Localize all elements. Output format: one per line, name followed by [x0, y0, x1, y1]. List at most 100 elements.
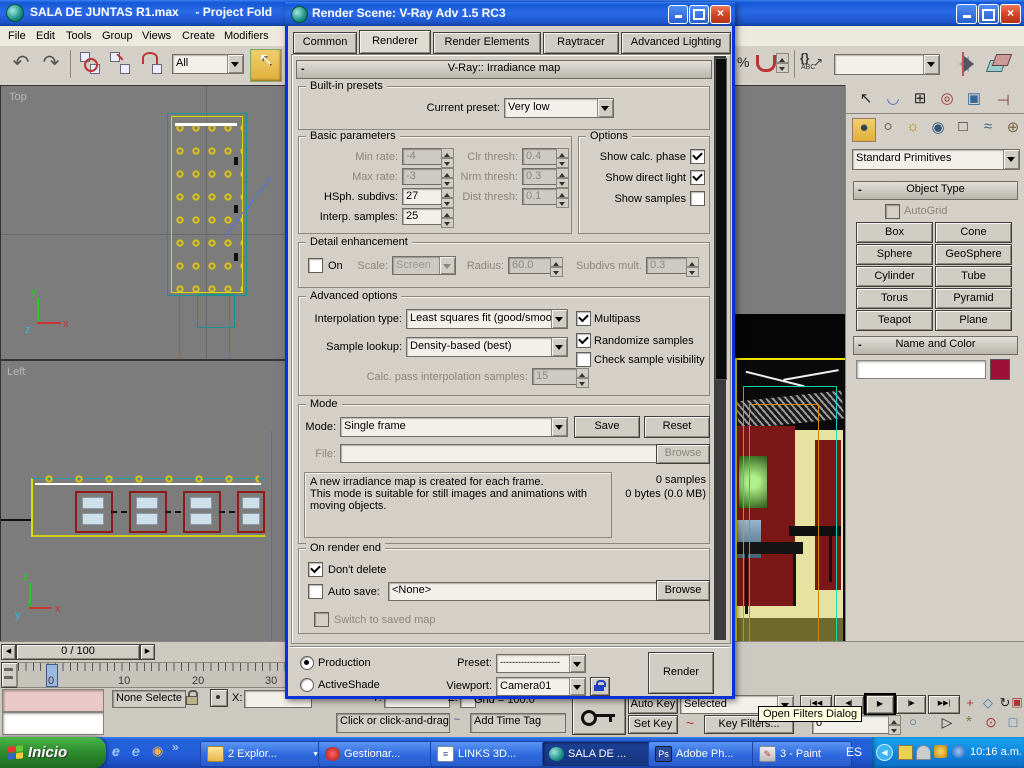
- min-rate-field[interactable]: -4: [402, 148, 444, 165]
- object-type-rollout[interactable]: - Object Type: [853, 181, 1018, 200]
- main-close-button[interactable]: ×: [1000, 4, 1021, 24]
- tab-common[interactable]: Common: [293, 32, 357, 54]
- main-minimize-button[interactable]: [956, 4, 977, 24]
- object-button-geosphere[interactable]: GeoSphere: [935, 244, 1012, 265]
- mirror-icon[interactable]: [950, 52, 976, 76]
- tab-utilities-icon[interactable]: ⊤: [990, 88, 1012, 112]
- footer-preset-arrow-icon[interactable]: [569, 655, 585, 672]
- taskbar-button-links3d[interactable]: ≡ LINKS 3D...: [430, 741, 550, 767]
- taskbar-button-paint[interactable]: ✎ 3 - Paint: [752, 741, 852, 767]
- category-lights-icon[interactable]: ☼: [902, 118, 924, 140]
- detail-on-checkbox[interactable]: [308, 258, 323, 273]
- scale-dropdown[interactable]: Screen: [392, 256, 456, 275]
- quick-launch-ie-icon[interactable]: e: [112, 743, 128, 759]
- communicate-icon[interactable]: ~: [450, 714, 464, 726]
- object-button-plane[interactable]: Plane: [935, 310, 1012, 331]
- next-frame-button[interactable]: |▶: [896, 695, 926, 714]
- taskbar-button-sala[interactable]: SALA DE ...: [542, 741, 656, 767]
- tab-create-icon[interactable]: ↖: [854, 89, 878, 113]
- dialog-scrollbar[interactable]: [714, 56, 727, 640]
- footer-viewport-dropdown[interactable]: Camera01: [496, 677, 586, 696]
- select-and-link-icon[interactable]: [80, 52, 100, 74]
- interp-samples-field[interactable]: 25: [402, 208, 444, 225]
- bind-to-spacewarp-icon[interactable]: [140, 52, 164, 74]
- absolute-mode-icon[interactable]: [210, 689, 228, 707]
- zoom-extents-all-icon[interactable]: ◇: [980, 695, 996, 711]
- play-button[interactable]: ▶: [864, 693, 896, 716]
- tab-advanced-lighting[interactable]: Advanced Lighting: [621, 32, 731, 54]
- auto-save-checkbox[interactable]: [308, 584, 323, 599]
- name-color-rollout[interactable]: - Name and Color: [853, 336, 1018, 355]
- footer-viewport-arrow-icon[interactable]: [569, 678, 585, 695]
- nrm-thresh-field[interactable]: 0.3: [522, 168, 560, 185]
- sample-lookup-dropdown[interactable]: Density-based (best): [406, 337, 568, 357]
- object-button-torus[interactable]: Torus: [856, 288, 933, 309]
- object-button-tube[interactable]: Tube: [935, 266, 1012, 287]
- track-bar[interactable]: 0 10 20 30: [17, 662, 287, 688]
- scale-arrow-icon[interactable]: [439, 257, 455, 274]
- radius-field[interactable]: 60.0: [508, 257, 554, 274]
- selection-filter-dropdown[interactable]: All: [172, 54, 244, 74]
- show-calc-checkbox[interactable]: [690, 149, 705, 164]
- macro-recorder-box[interactable]: [2, 689, 104, 712]
- category-systems-icon[interactable]: ⊕: [1002, 118, 1024, 140]
- mode-arrow-icon[interactable]: [551, 418, 567, 436]
- interpolation-type-dropdown[interactable]: Least squares fit (good/smooth: [406, 309, 568, 329]
- zoom-extents-icon[interactable]: +: [962, 695, 978, 710]
- category-cameras-icon[interactable]: ◉: [927, 118, 949, 140]
- dialog-maximize-button[interactable]: [689, 5, 709, 24]
- max-rate-spinner[interactable]: [441, 168, 454, 188]
- named-selection-sets-icon[interactable]: {} ABC ↖: [800, 51, 826, 77]
- dialog-title-bar[interactable]: Render Scene: V-Ray Adv 1.5 RC3 ×: [285, 2, 735, 26]
- category-dropdown[interactable]: Standard Primitives: [852, 149, 1020, 170]
- category-spacewarps-icon[interactable]: ≈: [977, 118, 999, 140]
- show-samples-checkbox[interactable]: [690, 191, 705, 206]
- mode-dropdown[interactable]: Single frame: [340, 417, 568, 437]
- check-visibility-checkbox[interactable]: [576, 352, 591, 367]
- menu-group[interactable]: Group: [102, 30, 133, 42]
- dialog-minimize-button[interactable]: [668, 5, 688, 24]
- object-color-swatch[interactable]: [990, 359, 1010, 380]
- quick-launch-browser-icon[interactable]: e: [132, 743, 148, 759]
- radius-spinner[interactable]: [550, 257, 563, 277]
- multipass-checkbox[interactable]: [576, 311, 591, 326]
- undo-icon[interactable]: ↶: [8, 50, 34, 75]
- viewport-top[interactable]: Top y x z: [0, 85, 289, 360]
- field-of-view-icon[interactable]: ▷: [938, 714, 956, 731]
- calc-pass-spinner[interactable]: [576, 368, 589, 388]
- file-browse-button[interactable]: Browse: [656, 444, 710, 464]
- redo-icon[interactable]: ↷: [38, 50, 64, 75]
- viewport-lock-button[interactable]: [590, 677, 610, 696]
- tray-icon-shield[interactable]: [934, 745, 947, 758]
- menu-create[interactable]: Create: [182, 30, 215, 42]
- interpolation-arrow-icon[interactable]: [551, 310, 567, 328]
- object-name-field[interactable]: [856, 360, 986, 379]
- tray-icon-update[interactable]: [952, 745, 965, 758]
- maxscript-listener-box[interactable]: [2, 712, 104, 735]
- selection-lock-icon[interactable]: [186, 690, 198, 705]
- irradiance-map-rollout[interactable]: - V-Ray:: Irradiance map: [296, 60, 712, 79]
- tab-display-icon[interactable]: ▣: [962, 89, 986, 111]
- category-shapes-icon[interactable]: ○: [877, 118, 899, 140]
- menu-modifiers[interactable]: Modifiers: [224, 30, 269, 42]
- object-button-box[interactable]: Box: [856, 222, 933, 243]
- auto-save-browse-button[interactable]: Browse: [656, 580, 710, 601]
- go-to-end-button[interactable]: ▶▶|: [928, 695, 960, 714]
- nrm-thresh-spinner[interactable]: [556, 168, 569, 188]
- production-radio[interactable]: [300, 656, 314, 670]
- snap-spinner[interactable]: [776, 53, 789, 73]
- percent-snap-icon[interactable]: %: [737, 54, 749, 70]
- viewport-front-partial[interactable]: [735, 85, 845, 359]
- scrollbar-thumb[interactable]: [715, 58, 727, 380]
- add-time-tag[interactable]: Add Time Tag: [470, 713, 566, 733]
- autogrid-checkbox[interactable]: [885, 204, 900, 219]
- tab-renderer[interactable]: Renderer: [359, 30, 431, 54]
- lookup-arrow-icon[interactable]: [551, 338, 567, 356]
- time-slider[interactable]: 0 / 100: [16, 644, 140, 660]
- orbit-camera-icon[interactable]: ⊙: [982, 714, 1000, 731]
- dist-thresh-field[interactable]: 0.1: [522, 188, 560, 205]
- subdivs-mult-spinner[interactable]: [686, 257, 699, 277]
- time-slider-right-arrow[interactable]: ▶: [140, 644, 155, 660]
- default-in-out-curve-icon[interactable]: ~: [682, 715, 698, 731]
- auto-save-field[interactable]: <None>: [388, 582, 658, 601]
